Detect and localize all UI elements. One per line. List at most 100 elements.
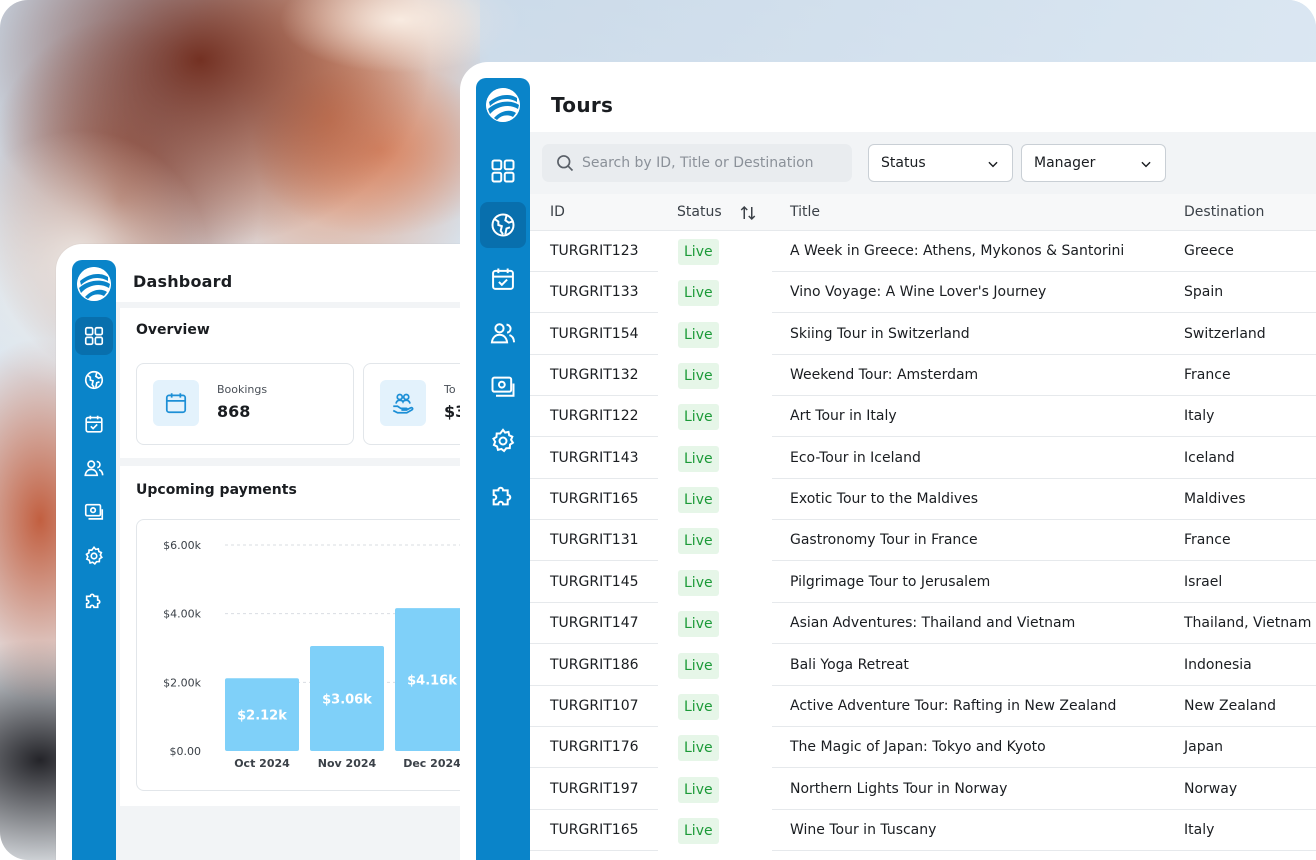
gear-icon (85, 545, 103, 566)
status-badge: Live (678, 528, 719, 555)
table-row[interactable]: TURGRIT186 Live Bali Yoga Retreat Indonesia (530, 644, 1316, 686)
sidebar-item-bookings[interactable] (480, 256, 526, 302)
status-badge: Live (678, 280, 719, 307)
tour-destination: New Zealand (1184, 697, 1276, 714)
tour-title: The Magic of Japan: Tokyo and Kyoto (790, 739, 1046, 756)
column-header-id[interactable]: ID (550, 204, 565, 220)
search-box[interactable] (542, 144, 852, 182)
table-row[interactable]: TURGRIT131 Live Gastronomy Tour in France F… (530, 520, 1316, 562)
table-row[interactable]: TURGRIT132 Live Weekend Tour: Amsterdam Fra… (530, 355, 1316, 397)
overview-title: Overview (136, 322, 210, 338)
tours-sidebar (476, 78, 530, 860)
sidebar-item-payments[interactable] (75, 493, 113, 531)
status-badge: Live (678, 817, 719, 844)
tour-title: Active Adventure Tour: Rafting in New Ze… (790, 697, 1117, 714)
tour-destination: Israel (1184, 573, 1223, 590)
y-tick-label: $6.00k (163, 539, 201, 552)
sidebar-item-payments[interactable] (480, 364, 526, 410)
tour-destination: Thailand, Vietnam (1184, 615, 1312, 632)
column-header-status[interactable]: Status (677, 204, 722, 220)
sort-icon[interactable] (739, 204, 757, 222)
table-row[interactable]: TURGRIT165 Live Wine Tour in Tuscany Italy (530, 809, 1316, 851)
sidebar-item-settings[interactable] (75, 537, 113, 575)
status-badge: Live (678, 652, 719, 679)
table-row[interactable]: TURGRIT107 Live Active Adventure Tour: Raf… (530, 685, 1316, 727)
tour-id: TURGRIT132 (550, 367, 639, 384)
stat-card-bookings[interactable]: Bookings 868 (136, 363, 354, 445)
status-badge: Live (678, 693, 719, 720)
puzzle-icon (85, 593, 101, 609)
tour-id: TURGRIT143 (550, 449, 639, 466)
filter-bar: Status Manager (530, 132, 1316, 194)
column-header-title[interactable]: Title (790, 204, 820, 220)
tours-table: ID Status Title Destination TURGRIT123 Li… (530, 194, 1316, 860)
tour-destination: Maldives (1184, 491, 1246, 508)
tour-id: TURGRIT165 (550, 491, 639, 508)
x-tick-label: Dec 2024 (403, 757, 461, 770)
calendar-check-icon (85, 415, 103, 433)
bar-value-label: $4.16k (407, 674, 457, 689)
table-row[interactable]: TURGRIT165 Live Exotic Tour to the Maldive… (530, 479, 1316, 521)
table-row[interactable]: TURGRIT176 Live The Magic of Japan: Tokyo … (530, 727, 1316, 769)
grid-icon (491, 159, 515, 183)
tour-destination: Greece (1184, 243, 1234, 259)
tour-title: Art Tour in Italy (790, 408, 897, 425)
calendar-icon (153, 380, 199, 426)
sidebar-item-integrations[interactable] (75, 581, 113, 619)
sidebar-item-integrations[interactable] (480, 472, 526, 518)
users-icon (84, 460, 104, 477)
sidebar-item-tours[interactable] (75, 361, 113, 399)
page-title: Tours (551, 93, 614, 117)
table-row[interactable]: TURGRIT147 Live Asian Adventures: Thailand… (530, 603, 1316, 645)
tour-destination: Spain (1184, 284, 1224, 301)
tour-id: TURGRIT107 (550, 697, 639, 714)
tour-id: TURGRIT133 (550, 284, 639, 301)
bar-value-label: $3.06k (322, 692, 372, 707)
dashboard-sidebar (72, 260, 116, 860)
tour-id: TURGRIT154 (550, 325, 639, 342)
table-row[interactable]: TURGRIT145 Live Pilgrimage Tour to Jerusal… (530, 561, 1316, 603)
sidebar-item-users[interactable] (75, 449, 113, 487)
status-badge: Live (678, 611, 719, 638)
status-filter-dropdown[interactable]: Status (868, 144, 1013, 182)
y-tick-label: $0.00 (170, 745, 202, 758)
table-row[interactable]: TURGRIT123 Live A Week in Greece: Athens, … (530, 231, 1316, 272)
table-row[interactable]: TURGRIT197 Live Northern Lights Tour in No… (530, 768, 1316, 810)
bar-value-label: $2.12k (237, 709, 287, 724)
status-filter-label: Status (881, 155, 926, 171)
table-row[interactable]: TURGRIT122 Live Art Tour in Italy Italy (530, 396, 1316, 438)
calendar-check-icon (492, 268, 514, 290)
tour-destination: France (1184, 532, 1231, 549)
table-row[interactable]: TURGRIT154 Live Skiing Tour in Switzerland… (530, 313, 1316, 355)
manager-filter-label: Manager (1034, 155, 1096, 171)
manager-filter-dropdown[interactable]: Manager (1021, 144, 1166, 182)
stat-label: Bookings (217, 383, 268, 396)
tour-title: Exotic Tour to the Maldives (790, 491, 979, 508)
tour-id: TURGRIT131 (550, 532, 639, 549)
table-row[interactable]: TURGRIT143 Live Eco-Tour in Iceland Iceland (530, 437, 1316, 479)
grid-icon (84, 326, 104, 346)
tour-title: Vino Voyage: A Wine Lover's Journey (790, 284, 1047, 301)
column-header-destination[interactable]: Destination (1184, 204, 1264, 220)
sidebar-item-users[interactable] (480, 310, 526, 356)
globe-logo-icon[interactable] (77, 267, 111, 301)
payments-title: Upcoming payments (136, 482, 297, 498)
globe-icon (491, 213, 515, 237)
status-badge: Live (678, 735, 719, 762)
status-badge: Live (678, 569, 719, 596)
sidebar-item-tours[interactable] (480, 202, 526, 248)
sidebar-item-dashboard[interactable] (75, 317, 113, 355)
status-badge: Live (678, 321, 719, 348)
sidebar-item-settings[interactable] (480, 418, 526, 464)
tour-id: TURGRIT197 (550, 780, 639, 797)
search-input[interactable] (582, 144, 847, 182)
sidebar-item-dashboard[interactable] (480, 148, 526, 194)
tour-title: Gastronomy Tour in France (790, 532, 978, 549)
table-row[interactable]: TURGRIT133 Live Vino Voyage: A Wine Lover'… (530, 272, 1316, 314)
sidebar-item-bookings[interactable] (75, 405, 113, 443)
globe-logo-icon[interactable] (486, 88, 520, 122)
money-icon (84, 503, 104, 520)
tour-id: TURGRIT122 (550, 408, 639, 425)
tour-title: Asian Adventures: Thailand and Vietnam (790, 615, 1076, 632)
x-tick-label: Nov 2024 (318, 757, 377, 770)
